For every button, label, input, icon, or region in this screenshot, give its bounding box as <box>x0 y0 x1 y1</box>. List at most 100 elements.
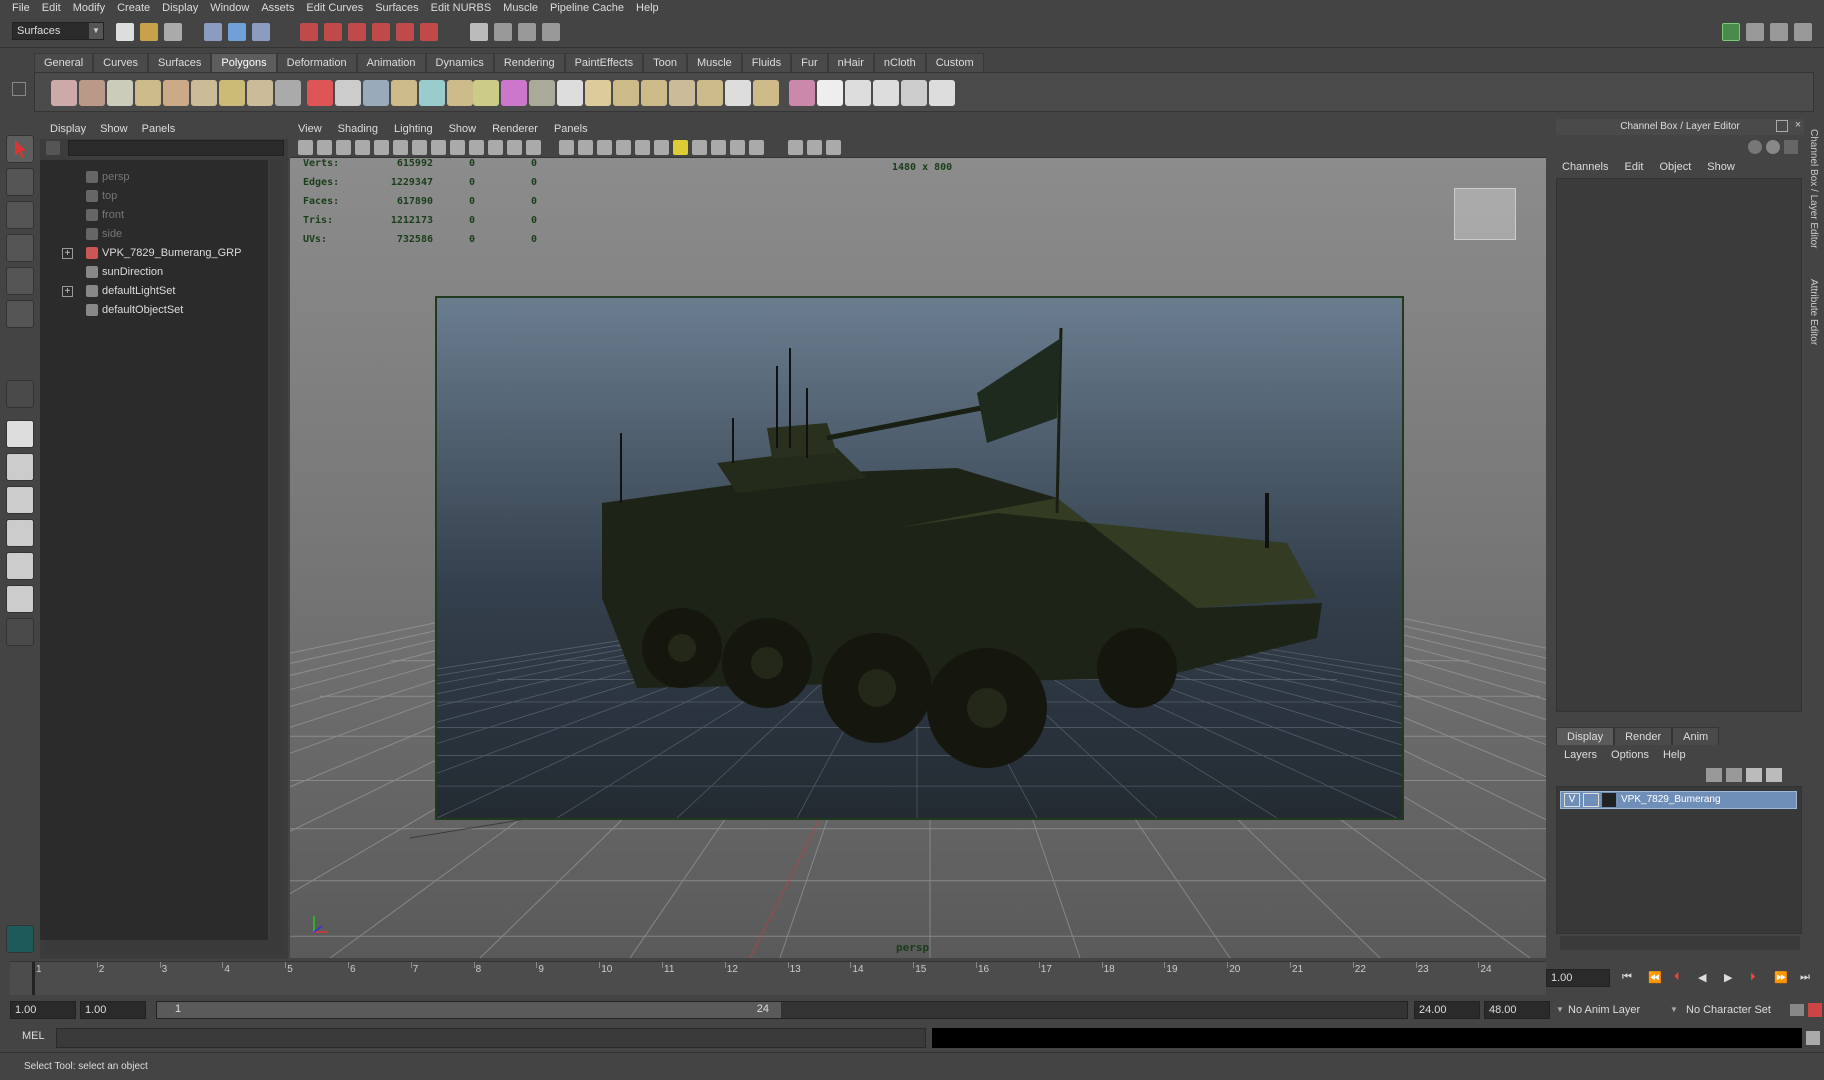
script-editor-icon[interactable] <box>1806 1031 1820 1045</box>
channel-box-key-icon[interactable] <box>1748 140 1762 154</box>
playback-start-field[interactable]: 1.00 <box>80 1001 146 1019</box>
wireframe-on-shaded-icon[interactable] <box>597 140 612 155</box>
rotate-tool-icon[interactable] <box>6 267 34 295</box>
show-sidebar-icon[interactable] <box>1722 23 1740 41</box>
gate-mask-icon[interactable] <box>469 140 484 155</box>
menu-edit-nurbs[interactable]: Edit NURBS <box>425 0 498 17</box>
outliner-item-defaultobjectset[interactable]: defaultObjectSet <box>86 301 183 320</box>
poly-mirror-icon[interactable] <box>725 80 751 106</box>
channel-box-menu-channels[interactable]: Channels <box>1562 161 1608 173</box>
history-icon[interactable] <box>420 23 438 41</box>
anti-aliasing-icon[interactable] <box>711 140 726 155</box>
ipr-render-icon[interactable] <box>518 23 536 41</box>
shadows-icon[interactable] <box>654 140 669 155</box>
textured-icon[interactable] <box>616 140 631 155</box>
character-set-dropdown[interactable]: ▼ No Character Set <box>1670 1001 1790 1019</box>
snap-view-plane-icon[interactable] <box>372 23 390 41</box>
layer-display-type-toggle[interactable] <box>1583 793 1599 807</box>
channel-box-sync-icon[interactable] <box>1766 140 1780 154</box>
uv-editor-icon[interactable] <box>873 80 899 106</box>
render-view-icon[interactable] <box>470 23 488 41</box>
go-to-end-icon[interactable]: ⏭ <box>1800 971 1810 984</box>
film-gate-icon[interactable] <box>431 140 446 155</box>
outliner-search-input[interactable] <box>68 140 284 156</box>
grid-icon[interactable] <box>412 140 427 155</box>
wireframe-icon[interactable] <box>559 140 574 155</box>
outliner-item-front[interactable]: front <box>86 206 124 225</box>
poly-soccer-ball-icon[interactable] <box>275 80 301 106</box>
average-vertices-icon[interactable] <box>419 80 445 106</box>
menu-window[interactable]: Window <box>204 0 255 17</box>
camera-attributes-icon[interactable] <box>317 140 332 155</box>
animation-start-field[interactable]: 1.00 <box>10 1001 76 1019</box>
snap-grid-icon[interactable] <box>300 23 318 41</box>
single-perspective-layout-icon[interactable] <box>6 420 34 448</box>
shelf-tab-general[interactable]: General <box>34 53 94 72</box>
range-slider-handle[interactable]: 1 24 <box>157 1002 781 1018</box>
viewport-menu-show[interactable]: Show <box>449 123 477 135</box>
select-by-hierarchy-icon[interactable] <box>204 23 222 41</box>
outliner-vertical-scrollbar[interactable] <box>270 160 284 940</box>
split-polygon-icon[interactable] <box>585 80 611 106</box>
snap-point-icon[interactable] <box>348 23 366 41</box>
playback-end-field[interactable]: 24.00 <box>1414 1001 1480 1019</box>
current-time-marker[interactable] <box>32 962 35 995</box>
layer-menu-options[interactable]: Options <box>1611 749 1649 761</box>
safe-action-icon[interactable] <box>507 140 522 155</box>
tool-settings-toggle-icon[interactable] <box>1770 23 1788 41</box>
separate-icon[interactable] <box>335 80 361 106</box>
bookmarks-icon[interactable] <box>336 140 351 155</box>
custom-layout-icon[interactable] <box>6 618 34 646</box>
shelf-tab-deformation[interactable]: Deformation <box>276 53 357 72</box>
field-chart-icon[interactable] <box>488 140 503 155</box>
four-view-layout-icon[interactable] <box>6 453 34 481</box>
layer-editor-horizontal-scrollbar[interactable] <box>1560 936 1800 950</box>
depth-of-field-icon[interactable] <box>730 140 745 155</box>
shelf-tab-dynamics[interactable]: Dynamics <box>425 53 494 72</box>
outliner-item-persp[interactable]: persp <box>86 168 130 187</box>
shelf-tab-animation[interactable]: Animation <box>356 53 426 72</box>
isolate-select-icon[interactable] <box>749 140 764 155</box>
outliner-menu-display[interactable]: Display <box>50 123 86 135</box>
move-tool-icon[interactable] <box>6 234 34 262</box>
menu-pipeline-cache[interactable]: Pipeline Cache <box>544 0 630 17</box>
anim-layer-dropdown[interactable]: ▼ No Anim Layer <box>1556 1001 1666 1019</box>
xray-icon[interactable] <box>788 140 803 155</box>
transfer-icon[interactable] <box>901 80 927 106</box>
open-scene-icon[interactable] <box>140 23 158 41</box>
select-by-object-icon[interactable] <box>228 23 246 41</box>
menu-help[interactable]: Help <box>630 0 665 17</box>
poly-sphere-icon[interactable] <box>51 80 77 106</box>
combine-icon[interactable] <box>307 80 333 106</box>
new-layer-icon[interactable] <box>1746 768 1762 782</box>
step-back-key-icon[interactable]: ⏪ <box>1648 971 1662 984</box>
lasso-tool-icon[interactable] <box>6 168 34 196</box>
paint-select-tool-icon[interactable] <box>6 201 34 229</box>
step-forward-frame-icon[interactable]: ⏵ <box>1750 971 1756 984</box>
xray-joints-icon[interactable] <box>807 140 822 155</box>
layer-row[interactable]: V VPK_7829_Bumerang <box>1560 791 1797 809</box>
viewport-menu-renderer[interactable]: Renderer <box>492 123 538 135</box>
command-language-label[interactable]: MEL <box>22 1030 45 1042</box>
poly-torus-icon[interactable] <box>191 80 217 106</box>
command-input[interactable] <box>56 1028 926 1048</box>
screen-space-ao-icon[interactable] <box>673 140 688 155</box>
fill-hole-icon[interactable] <box>447 80 473 106</box>
xray-components-icon[interactable] <box>826 140 841 155</box>
make-live-icon[interactable] <box>396 23 414 41</box>
append-polygon-icon[interactable] <box>557 80 583 106</box>
offset-edge-loop-icon[interactable] <box>641 80 667 106</box>
viewcube[interactable]: LEFT FRONT <box>1454 188 1516 240</box>
use-all-lights-icon[interactable] <box>635 140 650 155</box>
current-frame-field[interactable]: 1.00 <box>1546 969 1610 987</box>
layer-visibility-toggle[interactable]: V <box>1564 793 1580 807</box>
layer-menu-layers[interactable]: Layers <box>1564 749 1597 761</box>
scale-tool-icon[interactable] <box>6 300 34 328</box>
close-icon[interactable]: × <box>1792 120 1804 132</box>
side-tab-attribute-editor[interactable]: Attribute Editor <box>1808 279 1819 345</box>
menu-muscle[interactable]: Muscle <box>497 0 544 17</box>
move-layer-down-icon[interactable] <box>1726 768 1742 782</box>
poly-plane-icon[interactable] <box>163 80 189 106</box>
save-scene-icon[interactable] <box>164 23 182 41</box>
step-forward-key-icon[interactable]: ⏩ <box>1774 971 1788 984</box>
